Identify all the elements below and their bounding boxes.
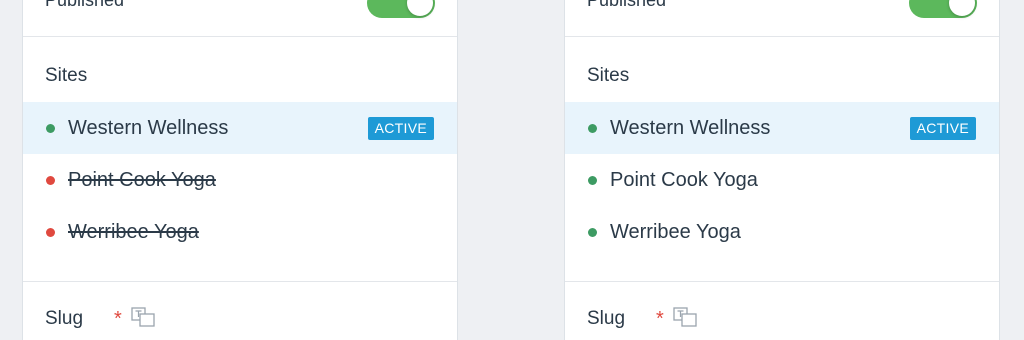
published-toggle[interactable] <box>909 0 977 18</box>
site-name: Point Cook Yoga <box>68 169 216 191</box>
entry-panel-right: Published Sites Western Wellness ACTIVE … <box>564 0 1000 340</box>
site-item-werribee-yoga[interactable]: Werribee Yoga <box>23 206 457 258</box>
status-dot-disabled <box>46 228 55 237</box>
sites-heading: Sites <box>45 65 88 86</box>
slug-label: Slug <box>45 308 84 329</box>
site-name: Werribee Yoga <box>610 221 741 243</box>
status-dot-enabled <box>588 124 597 133</box>
site-list: Western Wellness ACTIVE Point Cook Yoga … <box>23 102 457 258</box>
site-item-point-cook-yoga[interactable]: Point Cook Yoga <box>565 154 999 206</box>
toggle-knob <box>949 0 975 16</box>
status-dot-enabled <box>588 176 597 185</box>
required-indicator: * <box>114 308 122 330</box>
site-name: Point Cook Yoga <box>610 169 758 191</box>
site-item-western-wellness[interactable]: Western Wellness ACTIVE <box>23 102 457 154</box>
translate-icon[interactable] <box>673 307 699 327</box>
site-name: Werribee Yoga <box>68 221 199 243</box>
site-item-werribee-yoga[interactable]: Werribee Yoga <box>565 206 999 258</box>
published-label: Published <box>45 0 125 10</box>
status-dot-disabled <box>46 176 55 185</box>
active-badge: ACTIVE <box>909 117 976 140</box>
published-row: Published <box>23 0 457 37</box>
translate-icon[interactable] <box>131 307 157 327</box>
published-row: Published <box>565 0 999 37</box>
entry-panel-left: Published Sites Western Wellness ACTIVE … <box>22 0 458 340</box>
required-indicator: * <box>656 308 664 330</box>
divider <box>565 281 999 282</box>
sites-heading: Sites <box>587 65 630 86</box>
site-list: Western Wellness ACTIVE Point Cook Yoga … <box>565 102 999 258</box>
slug-label: Slug <box>587 308 626 329</box>
active-badge: ACTIVE <box>367 117 434 140</box>
published-toggle[interactable] <box>367 0 435 18</box>
status-dot-enabled <box>588 228 597 237</box>
divider <box>23 281 457 282</box>
site-name: Western Wellness <box>68 117 229 139</box>
site-item-point-cook-yoga[interactable]: Point Cook Yoga <box>23 154 457 206</box>
toggle-knob <box>407 0 433 16</box>
site-item-western-wellness[interactable]: Western Wellness ACTIVE <box>565 102 999 154</box>
published-label: Published <box>587 0 667 10</box>
site-name: Western Wellness <box>610 117 771 139</box>
status-dot-enabled <box>46 124 55 133</box>
